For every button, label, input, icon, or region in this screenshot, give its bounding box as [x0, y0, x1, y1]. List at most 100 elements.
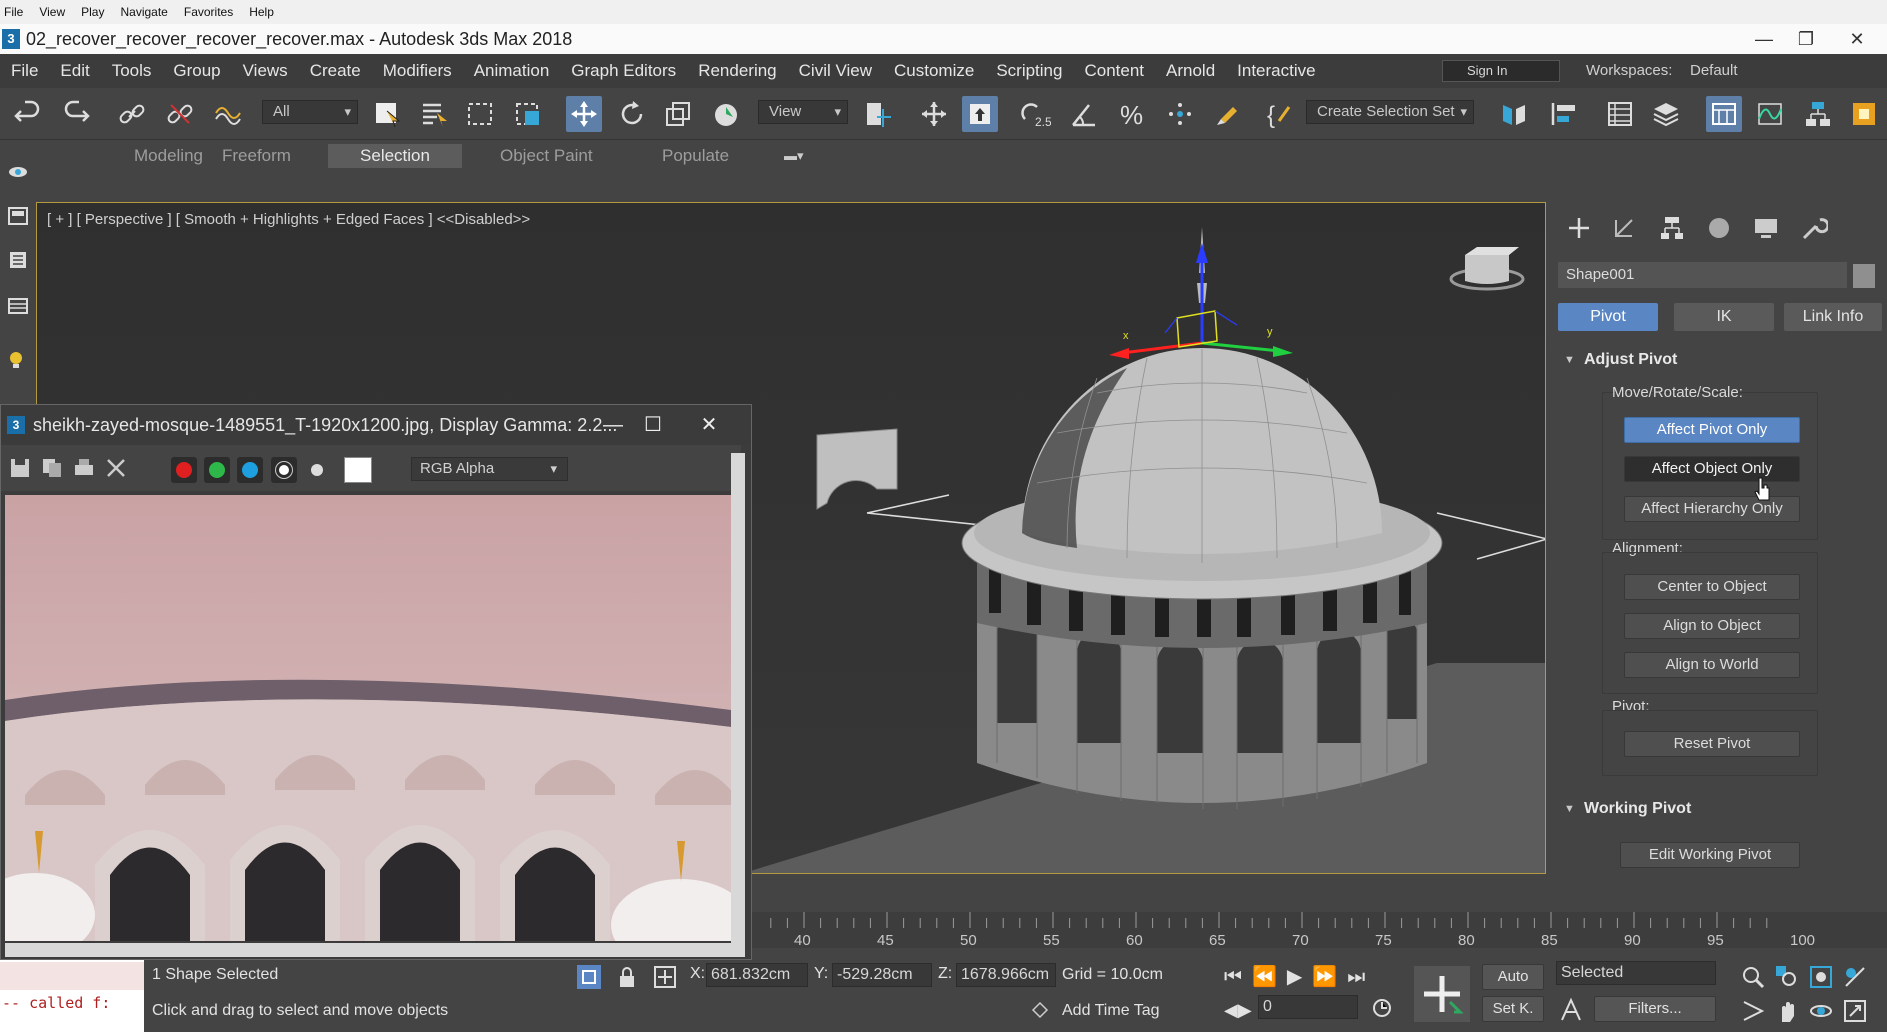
time-configuration-icon[interactable]	[1370, 996, 1396, 1022]
edit-working-pivot-button[interactable]: Edit Working Pivot	[1620, 842, 1800, 868]
affect-object-only-button[interactable]: Affect Object Only	[1624, 456, 1800, 482]
select-by-name-icon[interactable]	[416, 96, 452, 132]
viewport-label[interactable]: [ + ] [ Perspective ] [ Smooth + Highlig…	[47, 211, 530, 228]
toggle-ribbon-icon[interactable]	[1706, 96, 1742, 132]
adjust-pivot-rollout[interactable]: Adjust Pivot	[1558, 348, 1677, 372]
pan-view-icon[interactable]	[1774, 998, 1800, 1024]
table-icon[interactable]	[7, 296, 29, 316]
absolute-mode-icon[interactable]	[652, 964, 678, 990]
image-viewer-window[interactable]: sheikh-zayed-mosque-1489551_T-1920x1200.…	[0, 404, 752, 960]
affect-pivot-only-button[interactable]: Affect Pivot Only	[1624, 417, 1800, 443]
link-info-sub-tab[interactable]: Link Info	[1784, 303, 1882, 331]
bind-space-warp-icon[interactable]	[210, 96, 246, 132]
ribbon-options-icon[interactable]: ▬▾	[770, 144, 818, 168]
minimize-button[interactable]: —	[1743, 24, 1785, 54]
align-to-object-button[interactable]: Align to Object	[1624, 613, 1800, 639]
align-to-world-button[interactable]: Align to World	[1624, 652, 1800, 678]
selection-filter-dropdown[interactable]: All	[262, 100, 358, 124]
menu-edit[interactable]: Edit	[49, 61, 100, 81]
pivot-sub-tab[interactable]: Pivot	[1558, 303, 1658, 331]
mirror-icon[interactable]	[1496, 96, 1532, 132]
key-filter-dropdown[interactable]: Selected	[1556, 961, 1716, 985]
menu-arnold[interactable]: Arnold	[1155, 61, 1226, 81]
undo-icon[interactable]	[10, 96, 46, 132]
key-filters-pose-icon[interactable]	[1558, 996, 1584, 1022]
image-viewer-close-button[interactable]: ✕	[691, 411, 727, 439]
maxscript-listener[interactable]: -- called f:	[0, 960, 144, 1032]
unlink-icon[interactable]	[162, 96, 198, 132]
spinner-snap-icon[interactable]	[1162, 96, 1198, 132]
z-coordinate-field[interactable]: 1678.966cm	[956, 963, 1056, 987]
go-to-end-icon[interactable]: ⏭	[1347, 966, 1375, 988]
image-viewer-minimize-button[interactable]: —	[595, 411, 631, 439]
menu-views[interactable]: Views	[232, 61, 299, 81]
working-pivot-rollout[interactable]: Working Pivot	[1558, 797, 1691, 821]
viewcube-icon[interactable]	[1449, 247, 1525, 291]
angle-snap-icon[interactable]	[1066, 96, 1102, 132]
zoom-extents-all-icon[interactable]	[1842, 964, 1868, 990]
menu-create[interactable]: Create	[299, 61, 372, 81]
save-image-icon[interactable]	[9, 457, 31, 479]
filters-button[interactable]: Filters...	[1594, 996, 1716, 1022]
menu-group[interactable]: Group	[162, 61, 231, 81]
use-pivot-point-center-icon[interactable]	[860, 96, 896, 132]
orbit-icon[interactable]	[1808, 998, 1834, 1024]
menu-modifiers[interactable]: Modifiers	[372, 61, 463, 81]
object-name-field[interactable]: Shape001	[1558, 262, 1847, 288]
object-color-swatch[interactable]	[1853, 264, 1875, 288]
clear-image-icon[interactable]	[105, 457, 127, 479]
snaps-toggle-icon[interactable]: 2.5	[1018, 96, 1054, 132]
zoom-icon[interactable]	[1740, 964, 1766, 990]
ribbon-tab-selection[interactable]: Selection	[328, 144, 462, 168]
ribbon-tab-object-paint[interactable]: Object Paint	[486, 144, 607, 168]
layout-icon[interactable]	[7, 206, 29, 226]
sign-in-dropdown[interactable]: Sign In	[1442, 60, 1560, 82]
green-channel-toggle[interactable]	[204, 457, 230, 483]
sys-menu-favorites[interactable]: Favorites	[184, 5, 233, 19]
set-key-button[interactable]: Set K.	[1482, 996, 1544, 1022]
menu-graph-editors[interactable]: Graph Editors	[560, 61, 687, 81]
image-viewer-maximize-button[interactable]: ☐	[635, 411, 671, 439]
menu-content[interactable]: Content	[1073, 61, 1155, 81]
select-and-move-icon[interactable]	[566, 96, 602, 132]
go-to-start-icon[interactable]: ⏮	[1224, 966, 1252, 988]
material-editor-icon[interactable]	[1846, 96, 1882, 132]
y-coordinate-field[interactable]: -529.28cm	[832, 963, 932, 987]
set-key-icon[interactable]	[1414, 966, 1470, 1022]
selection-lock-icon[interactable]	[614, 964, 640, 990]
sys-menu-play[interactable]: Play	[81, 5, 104, 19]
field-of-view-icon[interactable]	[1740, 998, 1766, 1024]
time-ruler[interactable]: 40 45 50 55 60 65 70 75 80 85 90 95 100	[752, 912, 1887, 949]
edit-named-selection-icon[interactable]	[1210, 96, 1246, 132]
monochrome-toggle[interactable]	[304, 457, 330, 483]
sys-menu-view[interactable]: View	[39, 5, 65, 19]
ribbon-tab-modeling[interactable]: Modeling	[120, 144, 217, 168]
restore-button[interactable]: ❐	[1785, 24, 1827, 54]
menu-rendering[interactable]: Rendering	[687, 61, 787, 81]
menu-tools[interactable]: Tools	[101, 61, 163, 81]
alpha-channel-toggle[interactable]	[271, 457, 297, 483]
maxscript-input[interactable]	[0, 962, 144, 990]
ik-sub-tab[interactable]: IK	[1674, 303, 1774, 331]
list-icon[interactable]	[7, 250, 29, 270]
link-icon[interactable]	[114, 96, 150, 132]
previous-frame-icon[interactable]: ⏪	[1252, 966, 1287, 988]
sys-menu-file[interactable]: File	[4, 5, 23, 19]
hierarchy-tab-icon[interactable]	[1657, 214, 1687, 242]
select-manipulate-icon[interactable]	[916, 96, 952, 132]
print-image-icon[interactable]	[73, 457, 95, 479]
workspaces-dropdown[interactable]: Default	[1690, 60, 1880, 82]
background-color-swatch[interactable]	[344, 457, 372, 483]
keyboard-shortcut-override-icon[interactable]	[962, 96, 998, 132]
menu-scripting[interactable]: Scripting	[985, 61, 1073, 81]
select-and-place-icon[interactable]	[708, 96, 744, 132]
next-frame-icon[interactable]: ⏩	[1312, 966, 1347, 988]
display-channel-dropdown[interactable]: RGB Alpha	[411, 457, 568, 481]
reference-coordinate-dropdown[interactable]: View	[758, 100, 848, 124]
create-selection-set-dropdown[interactable]: Create Selection Set	[1306, 100, 1474, 124]
menu-file[interactable]: File	[0, 61, 49, 81]
current-frame-field[interactable]: 0	[1258, 995, 1358, 1019]
affect-hierarchy-only-button[interactable]: Affect Hierarchy Only	[1624, 496, 1800, 522]
sys-menu-navigate[interactable]: Navigate	[120, 5, 167, 19]
time-tag-icon[interactable]	[1030, 1000, 1050, 1020]
